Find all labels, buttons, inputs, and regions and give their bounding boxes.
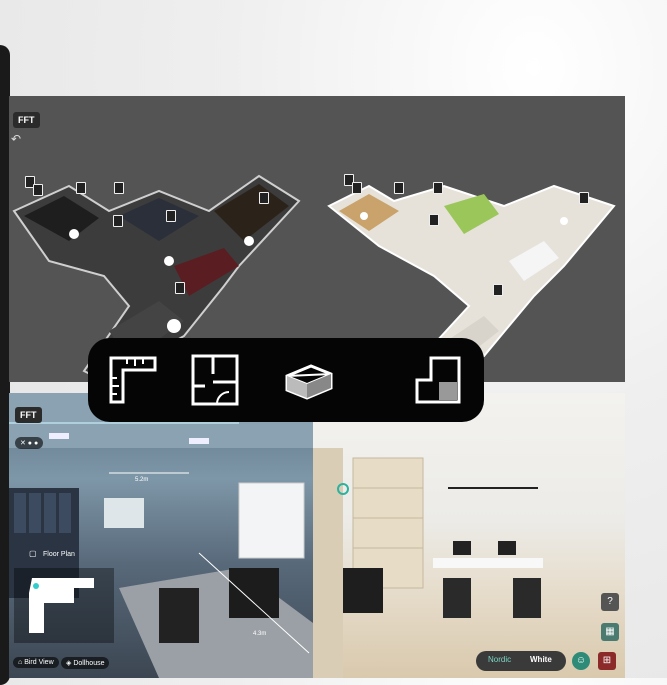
tag-pin-icon[interactable]: [433, 182, 443, 194]
tag-pin-icon[interactable]: [394, 182, 404, 194]
bird-view-button[interactable]: ⌂ Bird View: [13, 657, 59, 668]
styled-render-view[interactable]: ? ▦: [313, 393, 625, 678]
dollhouse-icon: ◈: [66, 660, 72, 667]
tag-pin-icon[interactable]: [166, 210, 176, 222]
dollhouse-tool-button[interactable]: [278, 350, 340, 410]
measure-label: 4.3m: [253, 631, 267, 637]
tag-pin-icon[interactable]: [493, 284, 503, 296]
tag-pin-icon[interactable]: [352, 182, 362, 194]
dollhouse-view-button[interactable]: ◈ Dollhouse: [61, 657, 110, 669]
tag-pin-icon[interactable]: [76, 182, 86, 194]
bird-view-label: Bird View: [24, 659, 54, 666]
tag-pin-icon[interactable]: [429, 214, 439, 226]
toggle-option-white[interactable]: White: [530, 655, 552, 664]
room-tool-button[interactable]: [406, 350, 468, 410]
floor-plan-icon: [191, 354, 239, 406]
floor-plan-tool-button[interactable]: [184, 350, 246, 410]
floor-plan-icon: ▢: [29, 549, 37, 558]
view-mode-toolbar: [88, 338, 484, 422]
render-scene-image: [313, 448, 543, 678]
tag-pin-icon[interactable]: [175, 282, 185, 294]
layout-icon[interactable]: ▦: [601, 623, 619, 641]
options-dots-icon[interactable]: ✕ ● ●: [15, 437, 44, 449]
floor-plan-label: Floor Plan: [43, 551, 75, 558]
measure-tool-button[interactable]: [102, 350, 164, 410]
ruler-icon: [109, 356, 157, 404]
help-button[interactable]: ?: [601, 593, 619, 611]
avatar-icon[interactable]: ☺: [572, 652, 590, 670]
office-panorama-view[interactable]: FFT ✕ ● ● 5.2m 4.3m ▢ Floor Plan ⌂ Bird …: [9, 393, 313, 678]
dollhouse-icon: [285, 364, 333, 400]
fft-badge[interactable]: FFT: [13, 112, 40, 128]
fft-badge[interactable]: FFT: [15, 407, 42, 423]
bird-view-icon: ⌂: [18, 659, 23, 666]
grid-view-icon[interactable]: ⊞: [598, 652, 616, 670]
toggle-option-nordic[interactable]: Nordic: [488, 655, 511, 664]
tag-pin-icon[interactable]: [113, 215, 123, 227]
tag-pin-icon[interactable]: [33, 184, 43, 196]
tag-pin-icon[interactable]: [259, 192, 269, 204]
mini-floor-plan-map[interactable]: [14, 568, 114, 643]
dollhouse-label: Dollhouse: [73, 660, 105, 667]
measure-label: 5.2m: [135, 477, 149, 483]
tag-pin-icon[interactable]: [114, 182, 124, 194]
room-layout-icon: [415, 356, 461, 404]
style-toggle[interactable]: Nordic White: [476, 651, 566, 671]
tag-pin-icon[interactable]: [579, 192, 589, 204]
floor-plan-header[interactable]: ▢ Floor Plan: [29, 543, 75, 561]
back-arrow-icon[interactable]: ↶: [11, 132, 21, 146]
